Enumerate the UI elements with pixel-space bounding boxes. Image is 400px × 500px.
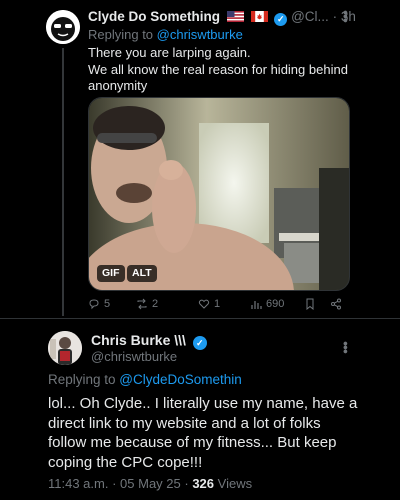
view-count: 690 (266, 298, 285, 310)
tweet-meta: 11:43 a.m. · 05 May 25 · 326 Views (48, 476, 253, 491)
verified-badge-icon: ✓ (274, 13, 288, 26)
replying-handle-link[interactable]: @ClydeDoSomethin (119, 372, 242, 387)
bookmark-action[interactable] (304, 298, 316, 310)
views-icon (251, 301, 262, 309)
tweet-time[interactable]: 11:43 a.m. (48, 476, 108, 491)
tweet-actions: 5 2 1 690 (88, 298, 350, 314)
reply-action[interactable]: 5 (88, 298, 110, 310)
author-handle[interactable]: @Cl... (291, 9, 329, 24)
us-flag-icon (226, 11, 244, 22)
reply-icon (89, 299, 99, 310)
profile-photo (48, 331, 82, 365)
tweet-date[interactable]: 05 May 25 (120, 476, 181, 491)
repost-count: 2 (152, 298, 159, 310)
author-name[interactable]: Chris Burke \\\ (91, 332, 186, 348)
reply-header: Clyde Do Something ✓ @Cl... · 3h (88, 9, 358, 27)
verified-badge-icon: ✓ (192, 336, 207, 350)
replying-handle-link[interactable]: @chriswtburke (157, 27, 243, 42)
more-icon[interactable]: ••• (338, 10, 354, 22)
main-tweet[interactable]: Chris Burke \\\ ✓ @chriswtburke ••• Repl… (0, 319, 400, 500)
replying-prefix: Replying to (48, 372, 120, 387)
repost-action[interactable]: 2 (136, 298, 158, 310)
replying-to: Replying to @chriswtburke (88, 27, 243, 42)
like-icon (198, 299, 210, 309)
reply-tweet[interactable]: Clyde Do Something ✓ @Cl... · 3h ••• Rep… (0, 0, 400, 318)
tweet-text: There you are larping again. We all know… (88, 45, 348, 93)
views-count: 326 (192, 476, 215, 491)
tweet-text: lol... Oh Clyde.. I literally use my nam… (48, 395, 358, 471)
canada-flag-icon (250, 11, 268, 22)
tweet-media[interactable]: GIF ALT (88, 97, 350, 291)
replying-to: Replying to @ClydeDoSomethin (48, 372, 242, 387)
share-icon (331, 298, 341, 310)
reply-count: 5 (104, 298, 111, 310)
like-action[interactable]: 1 (198, 298, 220, 310)
alt-badge[interactable]: ALT (127, 265, 157, 282)
views-label: Views (217, 476, 253, 491)
avatar[interactable] (48, 331, 82, 365)
separator-dot: · (332, 9, 338, 24)
repost-icon (137, 298, 147, 310)
more-icon[interactable]: ••• (338, 341, 354, 353)
share-action[interactable] (330, 298, 342, 310)
author-name[interactable]: Clyde Do Something (88, 9, 220, 24)
avatar[interactable] (46, 10, 80, 44)
gif-image (89, 98, 349, 290)
author-handle[interactable]: @chriswtburke (91, 349, 177, 364)
replying-prefix: Replying to (88, 27, 157, 42)
bookmark-icon (306, 298, 314, 310)
author-name-row: Chris Burke \\\ ✓ (91, 332, 207, 350)
like-count: 1 (214, 298, 221, 310)
thread-line (62, 48, 64, 316)
sunglasses-face-icon (46, 10, 80, 44)
gif-badge: GIF (97, 265, 125, 282)
views-action[interactable]: 690 (250, 298, 284, 310)
